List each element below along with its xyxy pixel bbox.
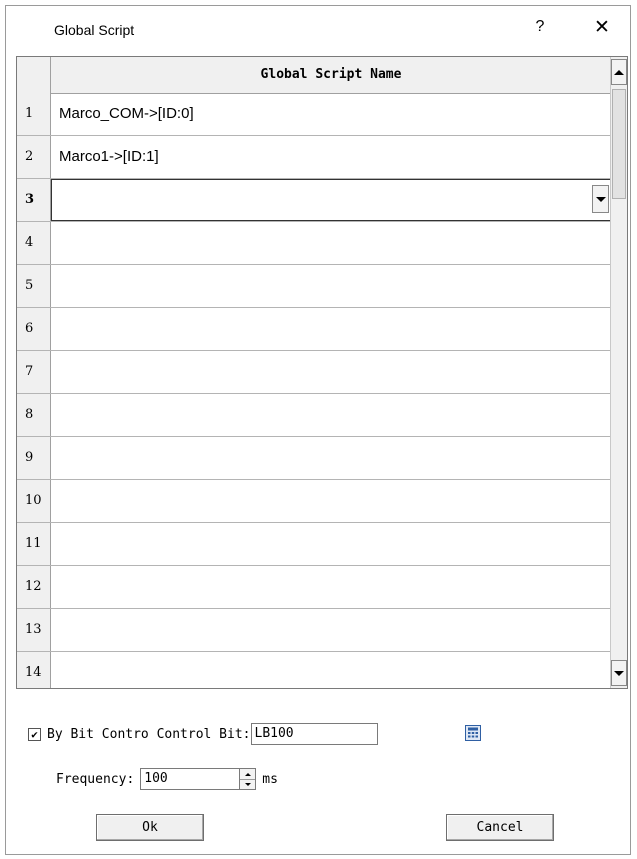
row-number[interactable]: 13 (17, 609, 51, 651)
scroll-thumb[interactable] (612, 89, 626, 199)
control-bit-row: ✔ By Bit Contro Control Bit: LB100 (28, 722, 378, 746)
scroll-up-button[interactable] (611, 59, 627, 85)
row-number[interactable]: 1 (17, 93, 51, 135)
frequency-label: Frequency: (56, 771, 135, 787)
by-bit-checkbox[interactable]: ✔ (28, 727, 41, 741)
script-name-cell[interactable] (51, 523, 611, 565)
table-row[interactable]: 11 (17, 523, 611, 566)
table-row[interactable]: 7 (17, 351, 611, 394)
row-number[interactable]: 9 (17, 437, 51, 479)
control-bit-input[interactable]: LB100 (250, 723, 378, 745)
script-name-cell[interactable]: Marco1->[ID:1] (51, 136, 611, 178)
table-row[interactable]: 3 (17, 179, 611, 222)
scroll-up-arrow-icon (614, 69, 624, 75)
vertical-scrollbar[interactable] (610, 57, 627, 688)
column-header-global-script-name[interactable]: Global Script Name (51, 57, 611, 93)
script-name-cell[interactable]: Marco_COM->[ID:0] (51, 93, 611, 135)
title-bar: Global Script ? ✕ (6, 6, 630, 54)
table-row[interactable]: 1 Marco_COM->[ID:0] (17, 93, 611, 136)
row-number[interactable]: 3 (17, 179, 51, 221)
calculator-icon[interactable] (465, 725, 481, 741)
script-name-cell[interactable] (51, 222, 611, 264)
script-name-cell[interactable] (51, 265, 611, 307)
row-number[interactable]: 11 (17, 523, 51, 565)
table-row[interactable]: 13 (17, 609, 611, 652)
script-name-cell[interactable] (51, 437, 611, 479)
script-dropdown-button[interactable] (592, 185, 609, 213)
ok-button[interactable]: Ok (96, 814, 204, 841)
table-row[interactable]: 4 (17, 222, 611, 265)
chevron-down-icon (595, 196, 606, 202)
row-number[interactable]: 5 (17, 265, 51, 307)
spin-down-icon (244, 782, 251, 786)
table-row[interactable]: 12 (17, 566, 611, 609)
row-number[interactable]: 7 (17, 351, 51, 393)
row-number[interactable]: 10 (17, 480, 51, 522)
script-name-cell[interactable] (51, 394, 611, 436)
table-row[interactable]: 5 (17, 265, 611, 308)
grid-header: Global Script Name (17, 57, 611, 94)
global-script-dialog: Global Script ? ✕ Global Script Name 1 Ma… (5, 5, 631, 855)
row-number[interactable]: 2 (17, 136, 51, 178)
script-name-cell[interactable] (51, 652, 611, 688)
by-bit-label: By Bit Contro Control Bit: (47, 726, 251, 742)
script-name-cell[interactable] (51, 480, 611, 522)
dialog-title: Global Script (54, 22, 135, 38)
frequency-row: Frequency: 100 ms (56, 767, 278, 791)
frequency-spinner[interactable] (240, 768, 257, 790)
close-button[interactable]: ✕ (590, 16, 614, 39)
script-name-cell[interactable] (51, 179, 611, 221)
frequency-unit: ms (262, 771, 278, 787)
row-number[interactable]: 4 (17, 222, 51, 264)
row-number[interactable]: 12 (17, 566, 51, 608)
checkmark-icon: ✔ (31, 727, 38, 741)
script-name-cell[interactable] (51, 351, 611, 393)
row-number[interactable]: 8 (17, 394, 51, 436)
row-number[interactable]: 6 (17, 308, 51, 350)
help-button[interactable]: ? (530, 18, 550, 36)
scroll-down-arrow-icon (614, 670, 624, 676)
cancel-button[interactable]: Cancel (446, 814, 554, 841)
script-name-cell[interactable] (51, 308, 611, 350)
script-name-cell[interactable] (51, 566, 611, 608)
table-row[interactable]: 6 (17, 308, 611, 351)
global-script-grid: Global Script Name 1 Marco_COM->[ID:0] 2 Ma… (16, 56, 628, 689)
table-row[interactable]: 9 (17, 437, 611, 480)
table-row[interactable]: 2 Marco1->[ID:1] (17, 136, 611, 179)
row-number[interactable]: 14 (17, 652, 51, 688)
script-name-cell[interactable] (51, 609, 611, 651)
spin-up-icon (244, 772, 251, 776)
spin-down-button[interactable] (240, 779, 255, 789)
frequency-input[interactable]: 100 (140, 768, 241, 790)
table-row[interactable]: 10 (17, 480, 611, 523)
grid-corner (17, 57, 51, 93)
table-row[interactable]: 8 (17, 394, 611, 437)
table-row[interactable]: 14 (17, 652, 611, 688)
scroll-down-button[interactable] (611, 660, 627, 686)
